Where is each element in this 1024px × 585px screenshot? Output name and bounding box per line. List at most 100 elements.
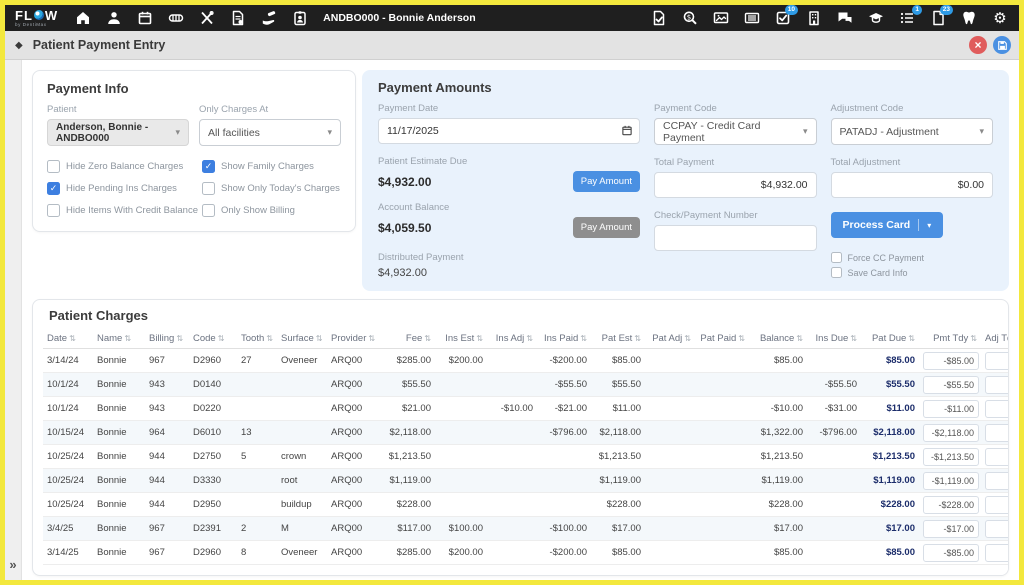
check-number-input[interactable] <box>654 225 817 251</box>
charge-row-4[interactable]: 10/25/24Bonnie944D27505crownARQ00$1,213.… <box>43 445 1009 469</box>
pmt-tdy-input[interactable] <box>923 472 979 490</box>
pmt-tdy-input[interactable] <box>923 424 979 442</box>
expand-panel-button[interactable]: » <box>9 557 16 580</box>
adj-tdy-input[interactable] <box>985 424 1009 442</box>
adjustment-code-select[interactable]: PATADJ - Adjustment ▾ <box>831 118 994 145</box>
education-icon[interactable] <box>867 9 885 27</box>
settings-icon[interactable]: ⚙ <box>991 9 1009 27</box>
adj-tdy-input[interactable] <box>985 496 1009 514</box>
checkbox-icon[interactable] <box>47 160 60 173</box>
billing-icon[interactable] <box>229 9 247 27</box>
column-header-surface[interactable]: Surface⇅ <box>277 329 327 349</box>
column-header-balance[interactable]: Balance⇅ <box>749 329 807 349</box>
adj-tdy-input[interactable] <box>985 448 1009 466</box>
contact-card-icon[interactable] <box>291 9 309 27</box>
pay-estimate-button[interactable]: Pay Amount <box>573 171 640 192</box>
column-header-code[interactable]: Code⇅ <box>189 329 237 349</box>
charge-row-3[interactable]: 10/15/24Bonnie964D601013ARQ00$2,118.00-$… <box>43 421 1009 445</box>
instruments-icon[interactable] <box>198 9 216 27</box>
process-card-button[interactable]: Process Card ▾ <box>831 212 944 238</box>
column-header-pat-due[interactable]: Pat Due⇅ <box>861 329 919 349</box>
imaging-icon[interactable] <box>712 9 730 27</box>
adj-tdy-input[interactable] <box>985 400 1009 418</box>
search-dollar-icon[interactable]: $ <box>681 9 699 27</box>
cell: D2950 <box>189 493 237 517</box>
checkbox-icon[interactable] <box>47 204 60 217</box>
charge-row-5[interactable]: 10/25/24Bonnie944D3330rootARQ00$1,119.00… <box>43 469 1009 493</box>
charge-row-0[interactable]: 3/14/24Bonnie967D296027OveneerARQ00$285.… <box>43 349 1009 373</box>
pmt-tdy-input[interactable] <box>923 400 979 418</box>
checkbox-icon[interactable]: ✓ <box>202 160 215 173</box>
filter-checkbox-3[interactable]: ✓Show Family Charges <box>202 160 341 173</box>
document-check-icon[interactable] <box>650 9 668 27</box>
pmt-tdy-input[interactable] <box>923 448 979 466</box>
pay-balance-button[interactable]: Pay Amount <box>573 217 640 238</box>
payment-code-select[interactable]: CCPAY - Credit Card Payment ▾ <box>654 118 817 145</box>
adj-tdy-input[interactable] <box>985 352 1009 370</box>
column-header-pat-est[interactable]: Pat Est⇅ <box>591 329 645 349</box>
close-button[interactable]: × <box>969 36 987 54</box>
denture-icon[interactable] <box>167 9 185 27</box>
column-header-name[interactable]: Name⇅ <box>93 329 145 349</box>
checkbox-icon[interactable] <box>831 252 842 263</box>
column-header-provider[interactable]: Provider⇅ <box>327 329 377 349</box>
column-header-pmt-tdy[interactable]: Pmt Tdy⇅ <box>919 329 981 349</box>
filter-checkbox-5[interactable]: Only Show Billing <box>202 204 341 217</box>
adj-tdy-input[interactable] <box>985 544 1009 562</box>
treatment-hand-icon[interactable] <box>260 9 278 27</box>
column-header-ins-adj[interactable]: Ins Adj⇅ <box>487 329 537 349</box>
column-header-ins-est[interactable]: Ins Est⇅ <box>435 329 487 349</box>
column-header-date[interactable]: Date⇅ <box>43 329 93 349</box>
office-icon[interactable] <box>805 9 823 27</box>
payment-date-input[interactable] <box>378 118 640 144</box>
messages-icon[interactable] <box>836 9 854 27</box>
force-cc-checkbox[interactable]: Force CC Payment <box>831 252 994 263</box>
checkbox-icon[interactable] <box>831 267 842 278</box>
schedule-icon[interactable] <box>136 9 154 27</box>
pmt-tdy-input[interactable] <box>923 496 979 514</box>
save-button[interactable] <box>993 36 1011 54</box>
adj-tdy-input[interactable] <box>985 520 1009 538</box>
adj-tdy-input[interactable] <box>985 376 1009 394</box>
adj-tdy-input[interactable] <box>985 472 1009 490</box>
column-header-pat-paid[interactable]: Pat Paid⇅ <box>695 329 749 349</box>
patient-icon[interactable] <box>105 9 123 27</box>
filter-checkbox-4[interactable]: Show Only Today's Charges <box>202 182 341 195</box>
home-icon[interactable] <box>74 9 92 27</box>
filter-checkbox-2[interactable]: Hide Items With Credit Balance <box>47 204 198 217</box>
pmt-tdy-input[interactable] <box>923 376 979 394</box>
checklist-icon[interactable]: 1 <box>898 9 916 27</box>
total-payment-input[interactable] <box>654 172 817 198</box>
flow-logo[interactable]: FLW by DentiMax <box>15 9 58 28</box>
checkbox-icon[interactable]: ✓ <box>47 182 60 195</box>
documents-icon[interactable]: 23 <box>929 9 947 27</box>
column-header-fee[interactable]: Fee⇅ <box>377 329 435 349</box>
column-header-tooth[interactable]: Tooth⇅ <box>237 329 277 349</box>
cell: $21.00 <box>377 397 435 421</box>
charge-row-6[interactable]: 10/25/24Bonnie944D2950buildupARQ00$228.0… <box>43 493 1009 517</box>
pmt-tdy-input[interactable] <box>923 520 979 538</box>
charge-row-2[interactable]: 10/1/24Bonnie943D0220ARQ00$21.00-$10.00-… <box>43 397 1009 421</box>
filter-checkbox-1[interactable]: ✓Hide Pending Ins Charges <box>47 182 198 195</box>
column-header-ins-due[interactable]: Ins Due⇅ <box>807 329 861 349</box>
column-header-adj-tdy[interactable]: Adj Tdy⇅ <box>981 329 1009 349</box>
charge-row-1[interactable]: 10/1/24Bonnie943D0140ARQ00$55.50-$55.50$… <box>43 373 1009 397</box>
column-header-ins-paid[interactable]: Ins Paid⇅ <box>537 329 591 349</box>
pmt-tdy-input[interactable] <box>923 352 979 370</box>
column-header-billing[interactable]: Billing⇅ <box>145 329 189 349</box>
charge-row-8[interactable]: 3/14/25Bonnie967D29608OveneerARQ00$285.0… <box>43 541 1009 565</box>
tasks-icon[interactable]: 10 <box>774 9 792 27</box>
save-card-checkbox[interactable]: Save Card Info <box>831 267 994 278</box>
charge-row-7[interactable]: 3/4/25Bonnie967D23912MARQ00$117.00$100.0… <box>43 517 1009 541</box>
patient-select[interactable]: Anderson, Bonnie - ANDBO000 ▾ <box>47 119 189 146</box>
total-adjustment-input[interactable] <box>831 172 994 198</box>
column-header-pat-adj[interactable]: Pat Adj⇅ <box>645 329 695 349</box>
facility-select[interactable]: All facilities ▾ <box>199 119 341 146</box>
tooth-icon[interactable] <box>960 9 978 27</box>
checkbox-icon[interactable] <box>202 182 215 195</box>
list-icon[interactable] <box>743 9 761 27</box>
filter-checkbox-0[interactable]: Hide Zero Balance Charges <box>47 160 198 173</box>
cell <box>645 517 695 541</box>
pmt-tdy-input[interactable] <box>923 544 979 562</box>
checkbox-icon[interactable] <box>202 204 215 217</box>
